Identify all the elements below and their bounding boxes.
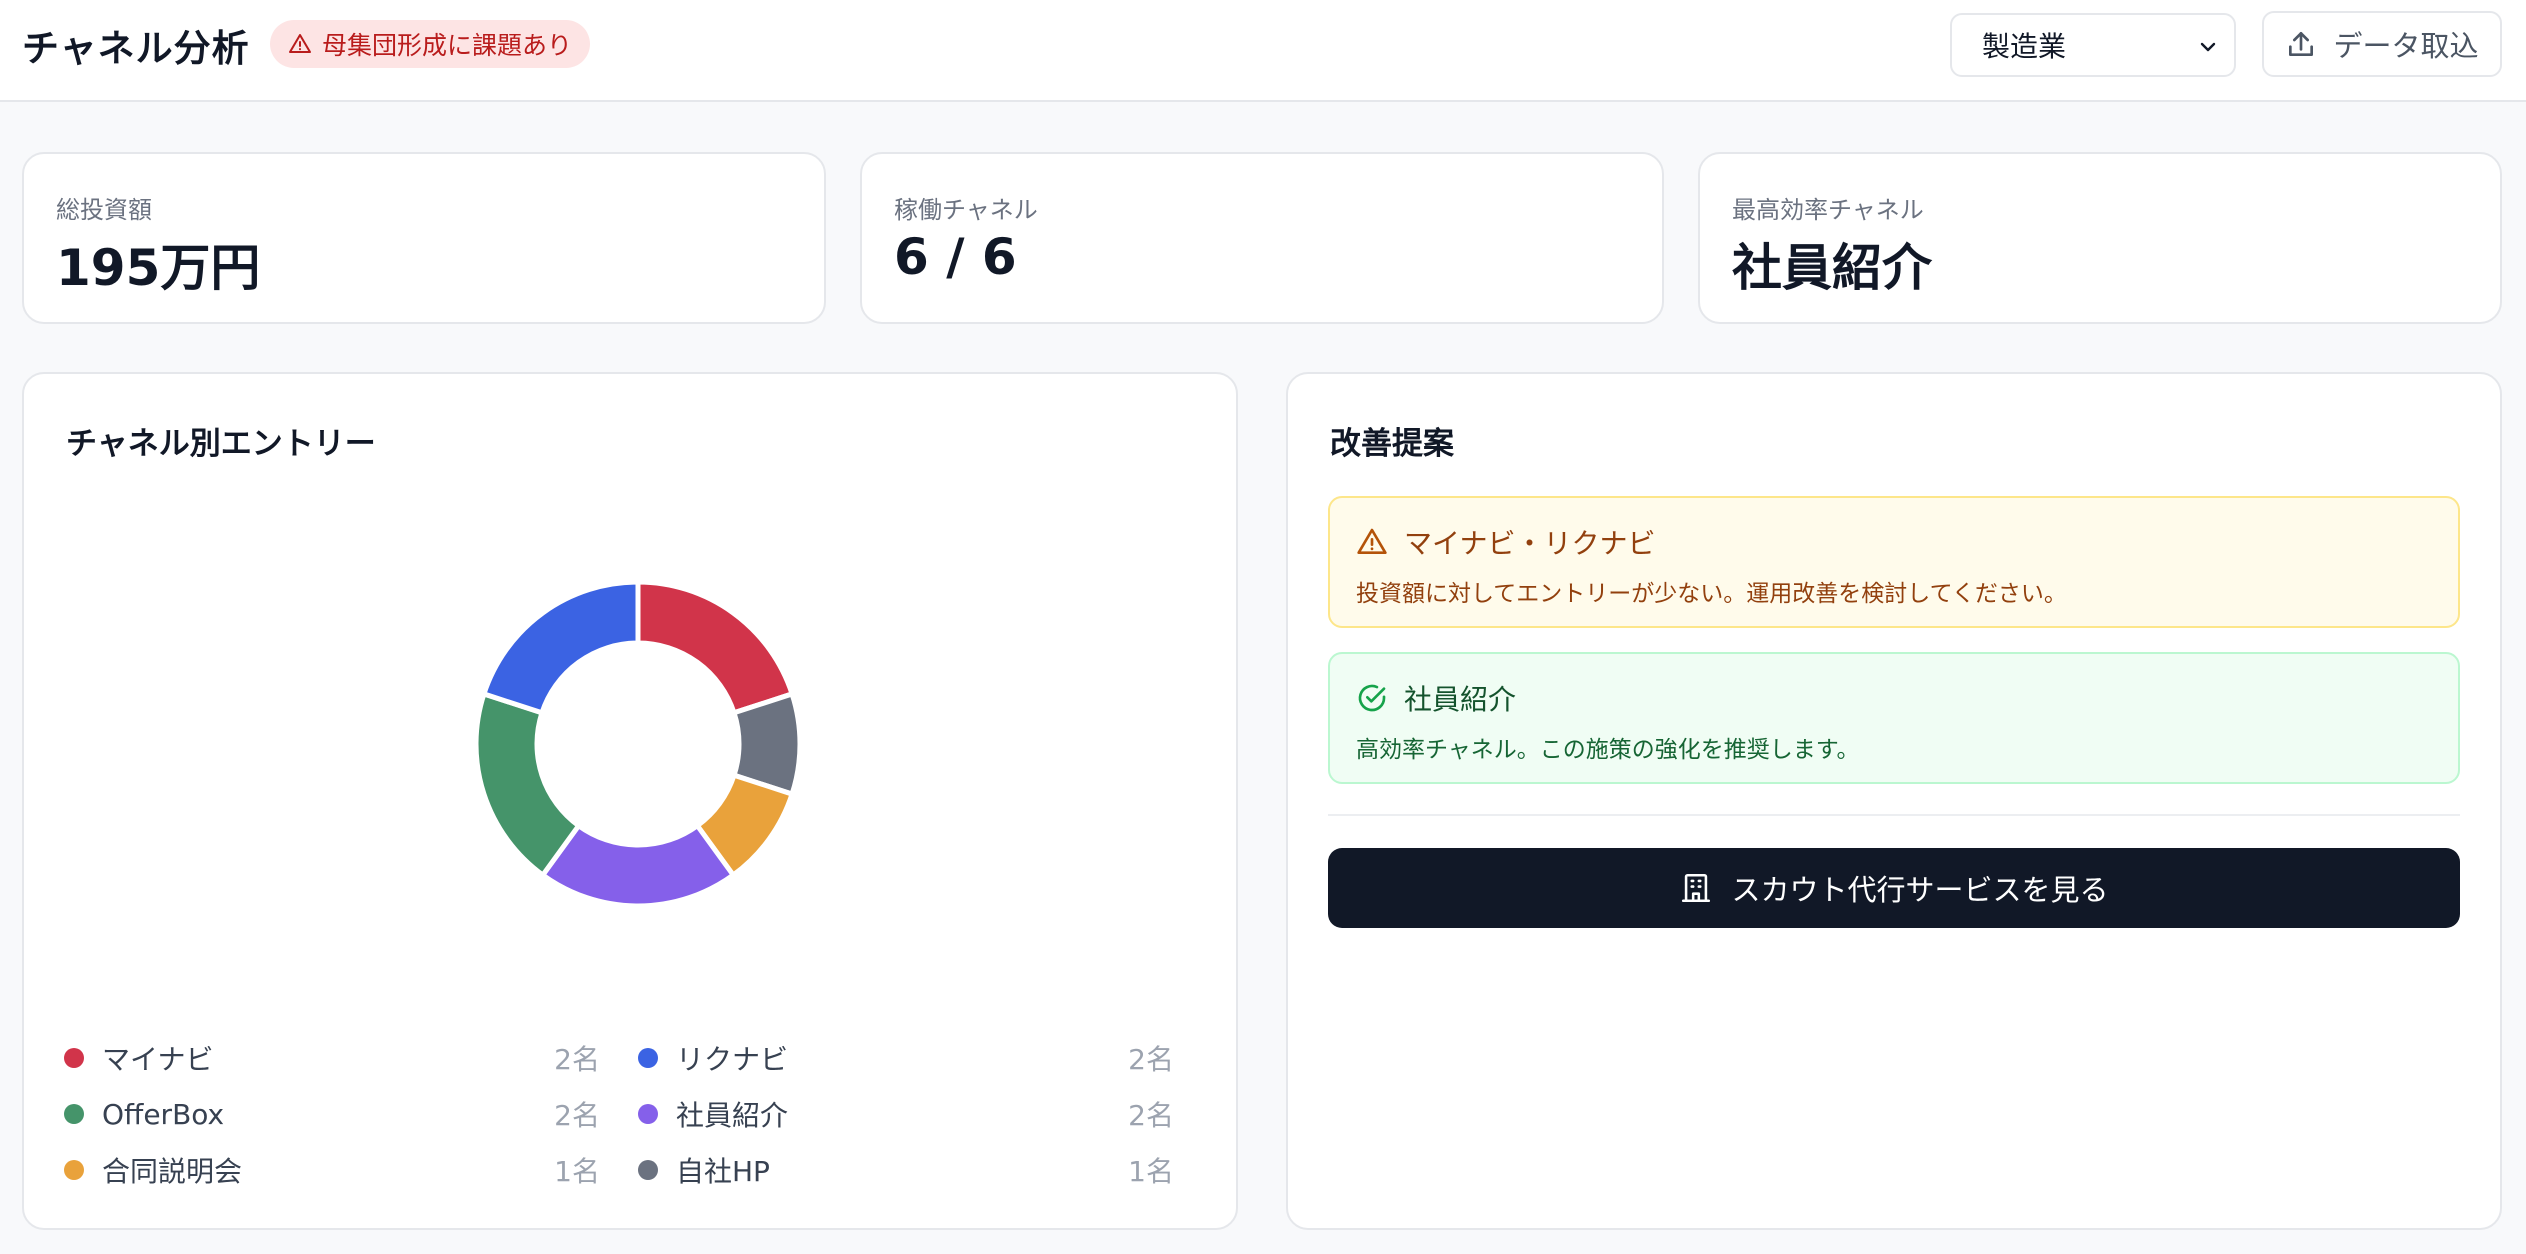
legend-dot	[64, 1104, 84, 1124]
legend-dot	[64, 1048, 84, 1068]
success-alert: 社員紹介 高効率チャネル。この施策の強化を推奨します。	[1328, 652, 2460, 784]
donut-slice-4[interactable]	[473, 690, 583, 879]
top-bar: チャネル分析 母集団形成に課題あり 製造業 データ取込	[0, 0, 2526, 102]
legend-name: マイナビ	[102, 1043, 214, 1076]
legend-dot	[638, 1160, 658, 1180]
warning-triangle-icon	[289, 34, 311, 53]
building-icon	[1682, 873, 1711, 903]
warning-triangle-icon	[1357, 528, 1387, 554]
legend-name: 社員紹介	[676, 1099, 789, 1132]
upload-icon	[2289, 32, 2314, 56]
legend-dot	[638, 1104, 658, 1124]
donut-chart	[473, 579, 803, 909]
page-title: チャネル分析	[22, 27, 250, 70]
legend-name: 自社HP	[676, 1155, 770, 1188]
legend-count: 2名	[1128, 1099, 1174, 1132]
industry-select[interactable]: 製造業	[1950, 13, 2236, 77]
legend-item-company-hp: 自社HP 1名	[618, 1150, 1174, 1190]
cta-label: スカウト代行サービスを見る	[1731, 873, 2109, 907]
legend-item-offerbox: OfferBox 2名	[44, 1094, 600, 1134]
alert-title: 社員紹介	[1404, 683, 1517, 716]
kpi-label: 総投資額	[56, 196, 152, 224]
donut-slice-0[interactable]	[635, 579, 796, 716]
kpi-value: 社員紹介	[1732, 239, 1932, 297]
scout-service-button[interactable]: スカウト代行サービスを見る	[1328, 848, 2460, 928]
kpi-card-active-channels: 稼働チャネル 6 / 6	[860, 152, 1664, 324]
alert-body: 高効率チャネル。この施策の強化を推奨します。	[1356, 737, 1860, 763]
panel-title: 改善提案	[1330, 426, 1454, 462]
legend-name: OfferBox	[102, 1097, 225, 1131]
kpi-label: 稼働チャネル	[894, 196, 1038, 224]
legend-dot	[64, 1160, 84, 1180]
warning-alert: マイナビ・リクナビ 投資額に対してエントリーが少ない。運用改善を検討してください…	[1328, 496, 2460, 628]
legend-count: 1名	[1128, 1155, 1174, 1188]
industry-select-value: 製造業	[1982, 30, 2067, 63]
legend-count: 2名	[554, 1099, 600, 1132]
import-data-button[interactable]: データ取込	[2262, 11, 2502, 77]
check-circle-icon	[1358, 684, 1386, 712]
alert-body: 投資額に対してエントリーが少ない。運用改善を検討してください。	[1356, 581, 2067, 607]
kpi-label: 最高効率チャネル	[1732, 196, 1924, 224]
legend-name: 合同説明会	[102, 1155, 243, 1188]
alert-title: マイナビ・リクナビ	[1404, 527, 1656, 560]
chevron-down-icon	[2200, 42, 2216, 52]
divider	[1328, 814, 2460, 816]
legend-dot	[638, 1048, 658, 1068]
panel-title: チャネル別エントリー	[66, 426, 376, 462]
legend-count: 2名	[1128, 1043, 1174, 1076]
legend-item-rikunabi: リクナビ 2名	[618, 1038, 1174, 1078]
legend-item-joint-seminar: 合同説明会 1名	[44, 1150, 600, 1190]
legend-name: リクナビ	[676, 1043, 789, 1076]
legend-count: 1名	[554, 1155, 600, 1188]
channel-entry-panel: チャネル別エントリー マイナビ 2名 リクナビ 2名 OfferBox 2名 社…	[22, 372, 1238, 1230]
kpi-card-best-channel: 最高効率チャネル 社員紹介	[1698, 152, 2502, 324]
legend-item-referral: 社員紹介 2名	[618, 1094, 1174, 1134]
kpi-value: 6 / 6	[894, 228, 1017, 286]
warning-badge: 母集団形成に課題あり	[270, 20, 591, 68]
legend-count: 2名	[554, 1043, 600, 1076]
donut-slice-5[interactable]	[480, 579, 641, 716]
kpi-value: 195万円	[56, 239, 261, 297]
import-button-label: データ取込	[2333, 29, 2479, 63]
legend-item-mynavi: マイナビ 2名	[44, 1038, 600, 1078]
improvement-suggestions-panel: 改善提案 マイナビ・リクナビ 投資額に対してエントリーが少ない。運用改善を検討し…	[1286, 372, 2502, 1230]
warning-badge-label: 母集団形成に課題あり	[322, 31, 573, 60]
kpi-card-total-investment: 総投資額 195万円	[22, 152, 826, 324]
